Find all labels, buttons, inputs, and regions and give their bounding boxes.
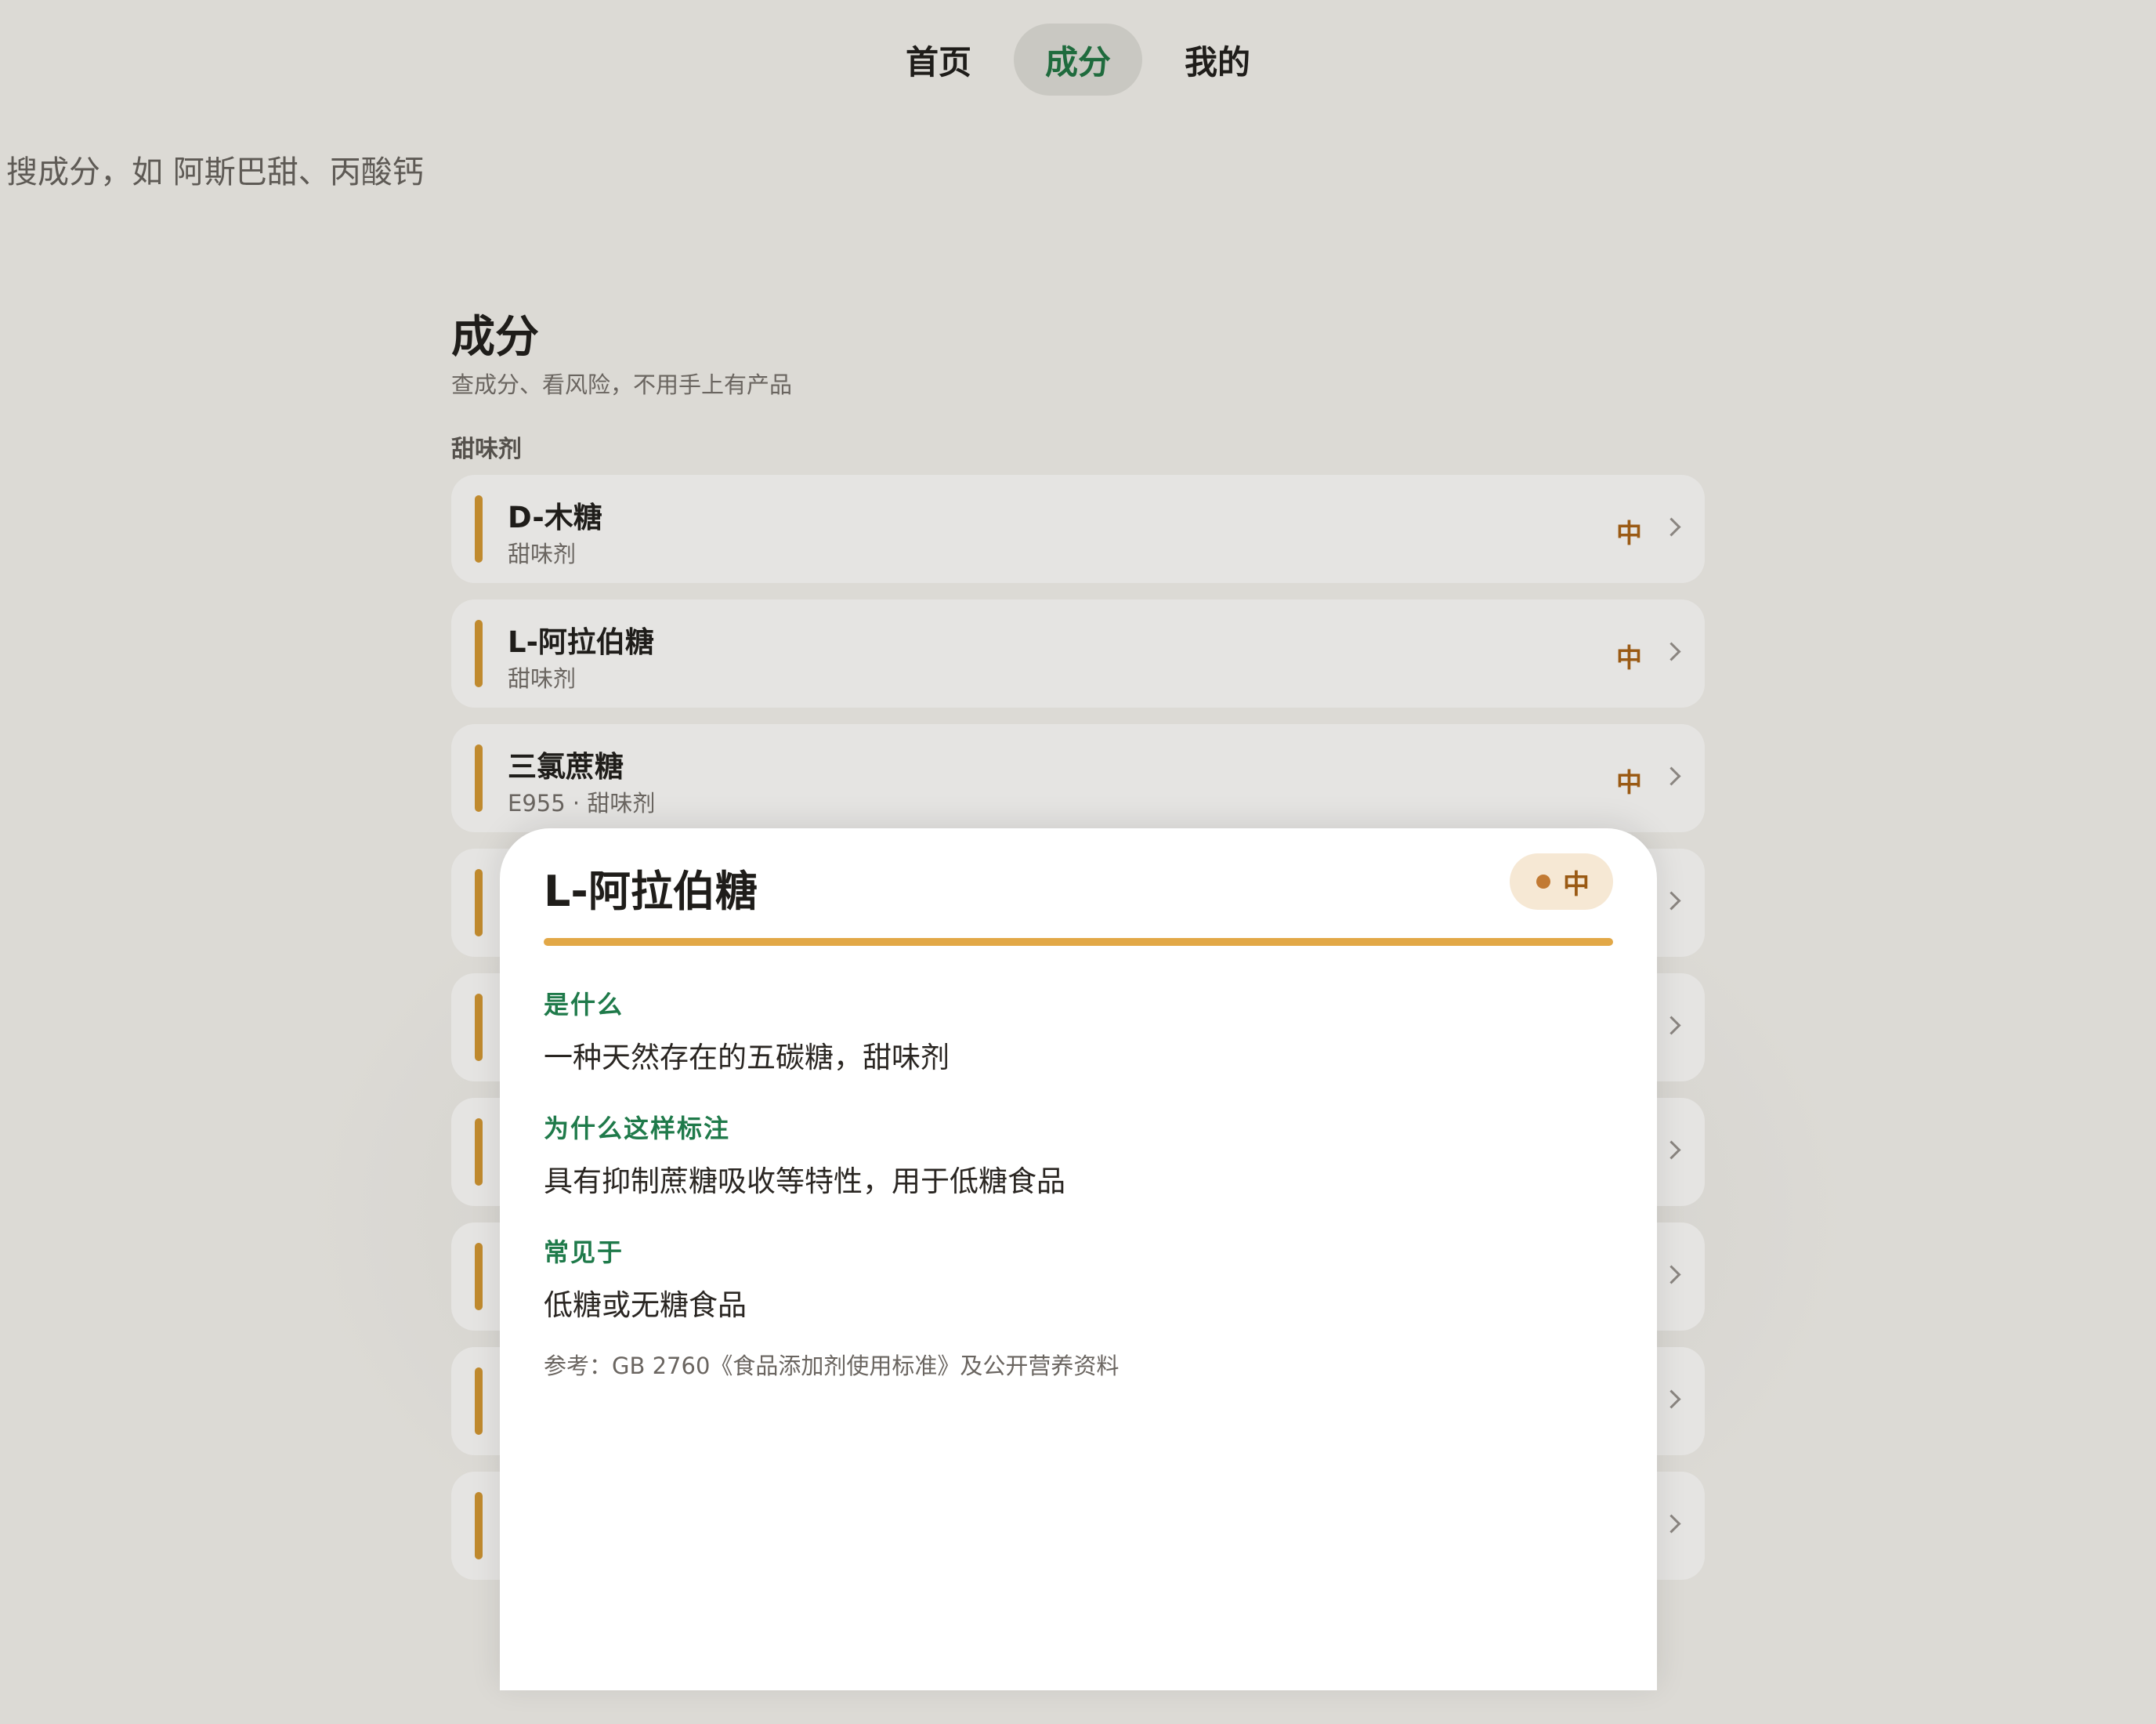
risk-dot-icon bbox=[1536, 875, 1550, 889]
section-label-sweeteners: 甜味剂 bbox=[451, 436, 522, 463]
list-item[interactable]: 三氯蔗糖 E955 · 甜味剂 中 bbox=[451, 724, 1705, 832]
risk-level-bar bbox=[475, 1367, 483, 1435]
section-heading-common: 常见于 bbox=[544, 1237, 624, 1267]
ingredient-name: L-阿拉伯糖 bbox=[508, 625, 654, 659]
risk-level-bar bbox=[475, 869, 483, 936]
chevron-right-icon bbox=[1662, 766, 1681, 786]
risk-label: 中 bbox=[1616, 518, 1642, 549]
list-item[interactable]: D-木糖 甜味剂 中 bbox=[451, 475, 1705, 583]
chevron-right-icon bbox=[1662, 1514, 1681, 1534]
chevron-right-icon bbox=[1662, 1016, 1681, 1035]
page-subtitle: 查成分、看风险，不用手上有产品 bbox=[451, 371, 793, 398]
ingredient-category: 甜味剂 bbox=[508, 665, 577, 692]
section-body-why: 具有抑制蔗糖吸收等特性，用于低糖食品 bbox=[544, 1164, 1065, 1198]
ingredient-category: E955 · 甜味剂 bbox=[508, 790, 656, 817]
search-input[interactable] bbox=[6, 141, 711, 204]
section-heading-what: 是什么 bbox=[544, 990, 624, 1020]
chevron-right-icon bbox=[1662, 1265, 1681, 1284]
chevron-right-icon bbox=[1662, 517, 1681, 537]
chevron-right-icon bbox=[1662, 891, 1681, 911]
tab-ingredients[interactable]: 成分 bbox=[1013, 24, 1142, 96]
risk-level-bar bbox=[475, 994, 483, 1061]
page-title: 成分 bbox=[451, 312, 539, 363]
risk-label: 中 bbox=[1616, 767, 1642, 798]
top-nav: 首页 成分 我的 bbox=[0, 24, 2156, 96]
ingredient-category: 甜味剂 bbox=[508, 541, 577, 567]
risk-level-bar bbox=[475, 744, 483, 812]
risk-level-bar bbox=[475, 1492, 483, 1559]
risk-level-bar bbox=[475, 495, 483, 563]
ingredient-name: 三氯蔗糖 bbox=[508, 750, 624, 784]
ingredient-detail-sheet[interactable]: L-阿拉伯糖 中 是什么 一种天然存在的五碳糖，甜味剂 为什么这样标注 具有抑制… bbox=[500, 828, 1657, 1690]
section-heading-why: 为什么这样标注 bbox=[544, 1114, 731, 1143]
detail-title: L-阿拉伯糖 bbox=[544, 867, 758, 916]
risk-level-bar bbox=[475, 1243, 483, 1310]
risk-badge-label: 中 bbox=[1563, 868, 1590, 900]
tab-home[interactable]: 首页 bbox=[874, 24, 1003, 96]
reference-note: 参考：GB 2760《食品添加剂使用标准》及公开营养资料 bbox=[544, 1353, 1120, 1379]
ingredient-name: D-木糖 bbox=[508, 501, 602, 534]
list-item[interactable]: L-阿拉伯糖 甜味剂 中 bbox=[451, 599, 1705, 708]
risk-level-bar bbox=[475, 1118, 483, 1186]
chevron-right-icon bbox=[1662, 1389, 1681, 1409]
tab-mine[interactable]: 我的 bbox=[1153, 24, 1282, 96]
risk-meter bbox=[544, 938, 1613, 946]
risk-label: 中 bbox=[1616, 643, 1642, 673]
section-body-common: 低糖或无糖食品 bbox=[544, 1288, 747, 1322]
chevron-right-icon bbox=[1662, 1140, 1681, 1160]
section-body-what: 一种天然存在的五碳糖，甜味剂 bbox=[544, 1041, 950, 1074]
risk-badge: 中 bbox=[1510, 853, 1613, 910]
chevron-right-icon bbox=[1662, 642, 1681, 661]
risk-level-bar bbox=[475, 620, 483, 687]
